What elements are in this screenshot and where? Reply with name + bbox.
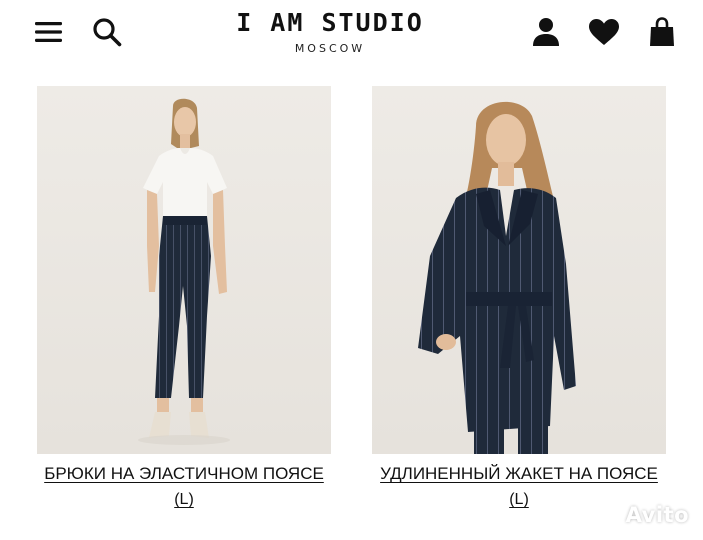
product-image-jacket[interactable] — [372, 86, 666, 454]
brand-subtitle: MOSCOW — [294, 42, 366, 55]
brand-logo[interactable]: I AM STUDIO MOSCOW — [230, 8, 430, 56]
watermark-text: Avito — [625, 503, 689, 527]
model-in-belted-jacket-image — [372, 86, 666, 454]
product-image-trousers[interactable] — [37, 86, 331, 454]
search-button[interactable] — [90, 14, 124, 50]
avito-logo-icon — [594, 504, 618, 526]
wishlist-button[interactable] — [586, 14, 622, 50]
search-icon — [93, 18, 122, 47]
heart-icon — [589, 19, 619, 45]
menu-icon — [35, 22, 62, 42]
product-size-link[interactable]: (L) — [37, 490, 331, 510]
brand-title: I AM STUDIO — [236, 8, 424, 37]
product-name-link[interactable]: БРЮКИ НА ЭЛАСТИЧНОМ ПОЯСЕ — [37, 464, 331, 484]
product-card-jacket[interactable]: УДЛИНЕННЫЙ ЖАКЕТ НА ПОЯСЕ (L) — [372, 86, 666, 510]
model-in-pinstripe-trousers-image — [37, 86, 331, 454]
site-header: I AM STUDIO MOSCOW — [0, 0, 703, 72]
product-name-link[interactable]: УДЛИНЕННЫЙ ЖАКЕТ НА ПОЯСЕ — [372, 464, 666, 484]
shopping-bag-icon — [650, 17, 674, 46]
account-button[interactable] — [530, 14, 562, 50]
avito-watermark: Avito — [592, 502, 689, 528]
product-card-trousers[interactable]: БРЮКИ НА ЭЛАСТИЧНОМ ПОЯСЕ (L) — [37, 86, 331, 510]
user-icon — [533, 18, 559, 46]
cart-button[interactable] — [646, 14, 678, 50]
menu-button[interactable] — [32, 16, 66, 48]
